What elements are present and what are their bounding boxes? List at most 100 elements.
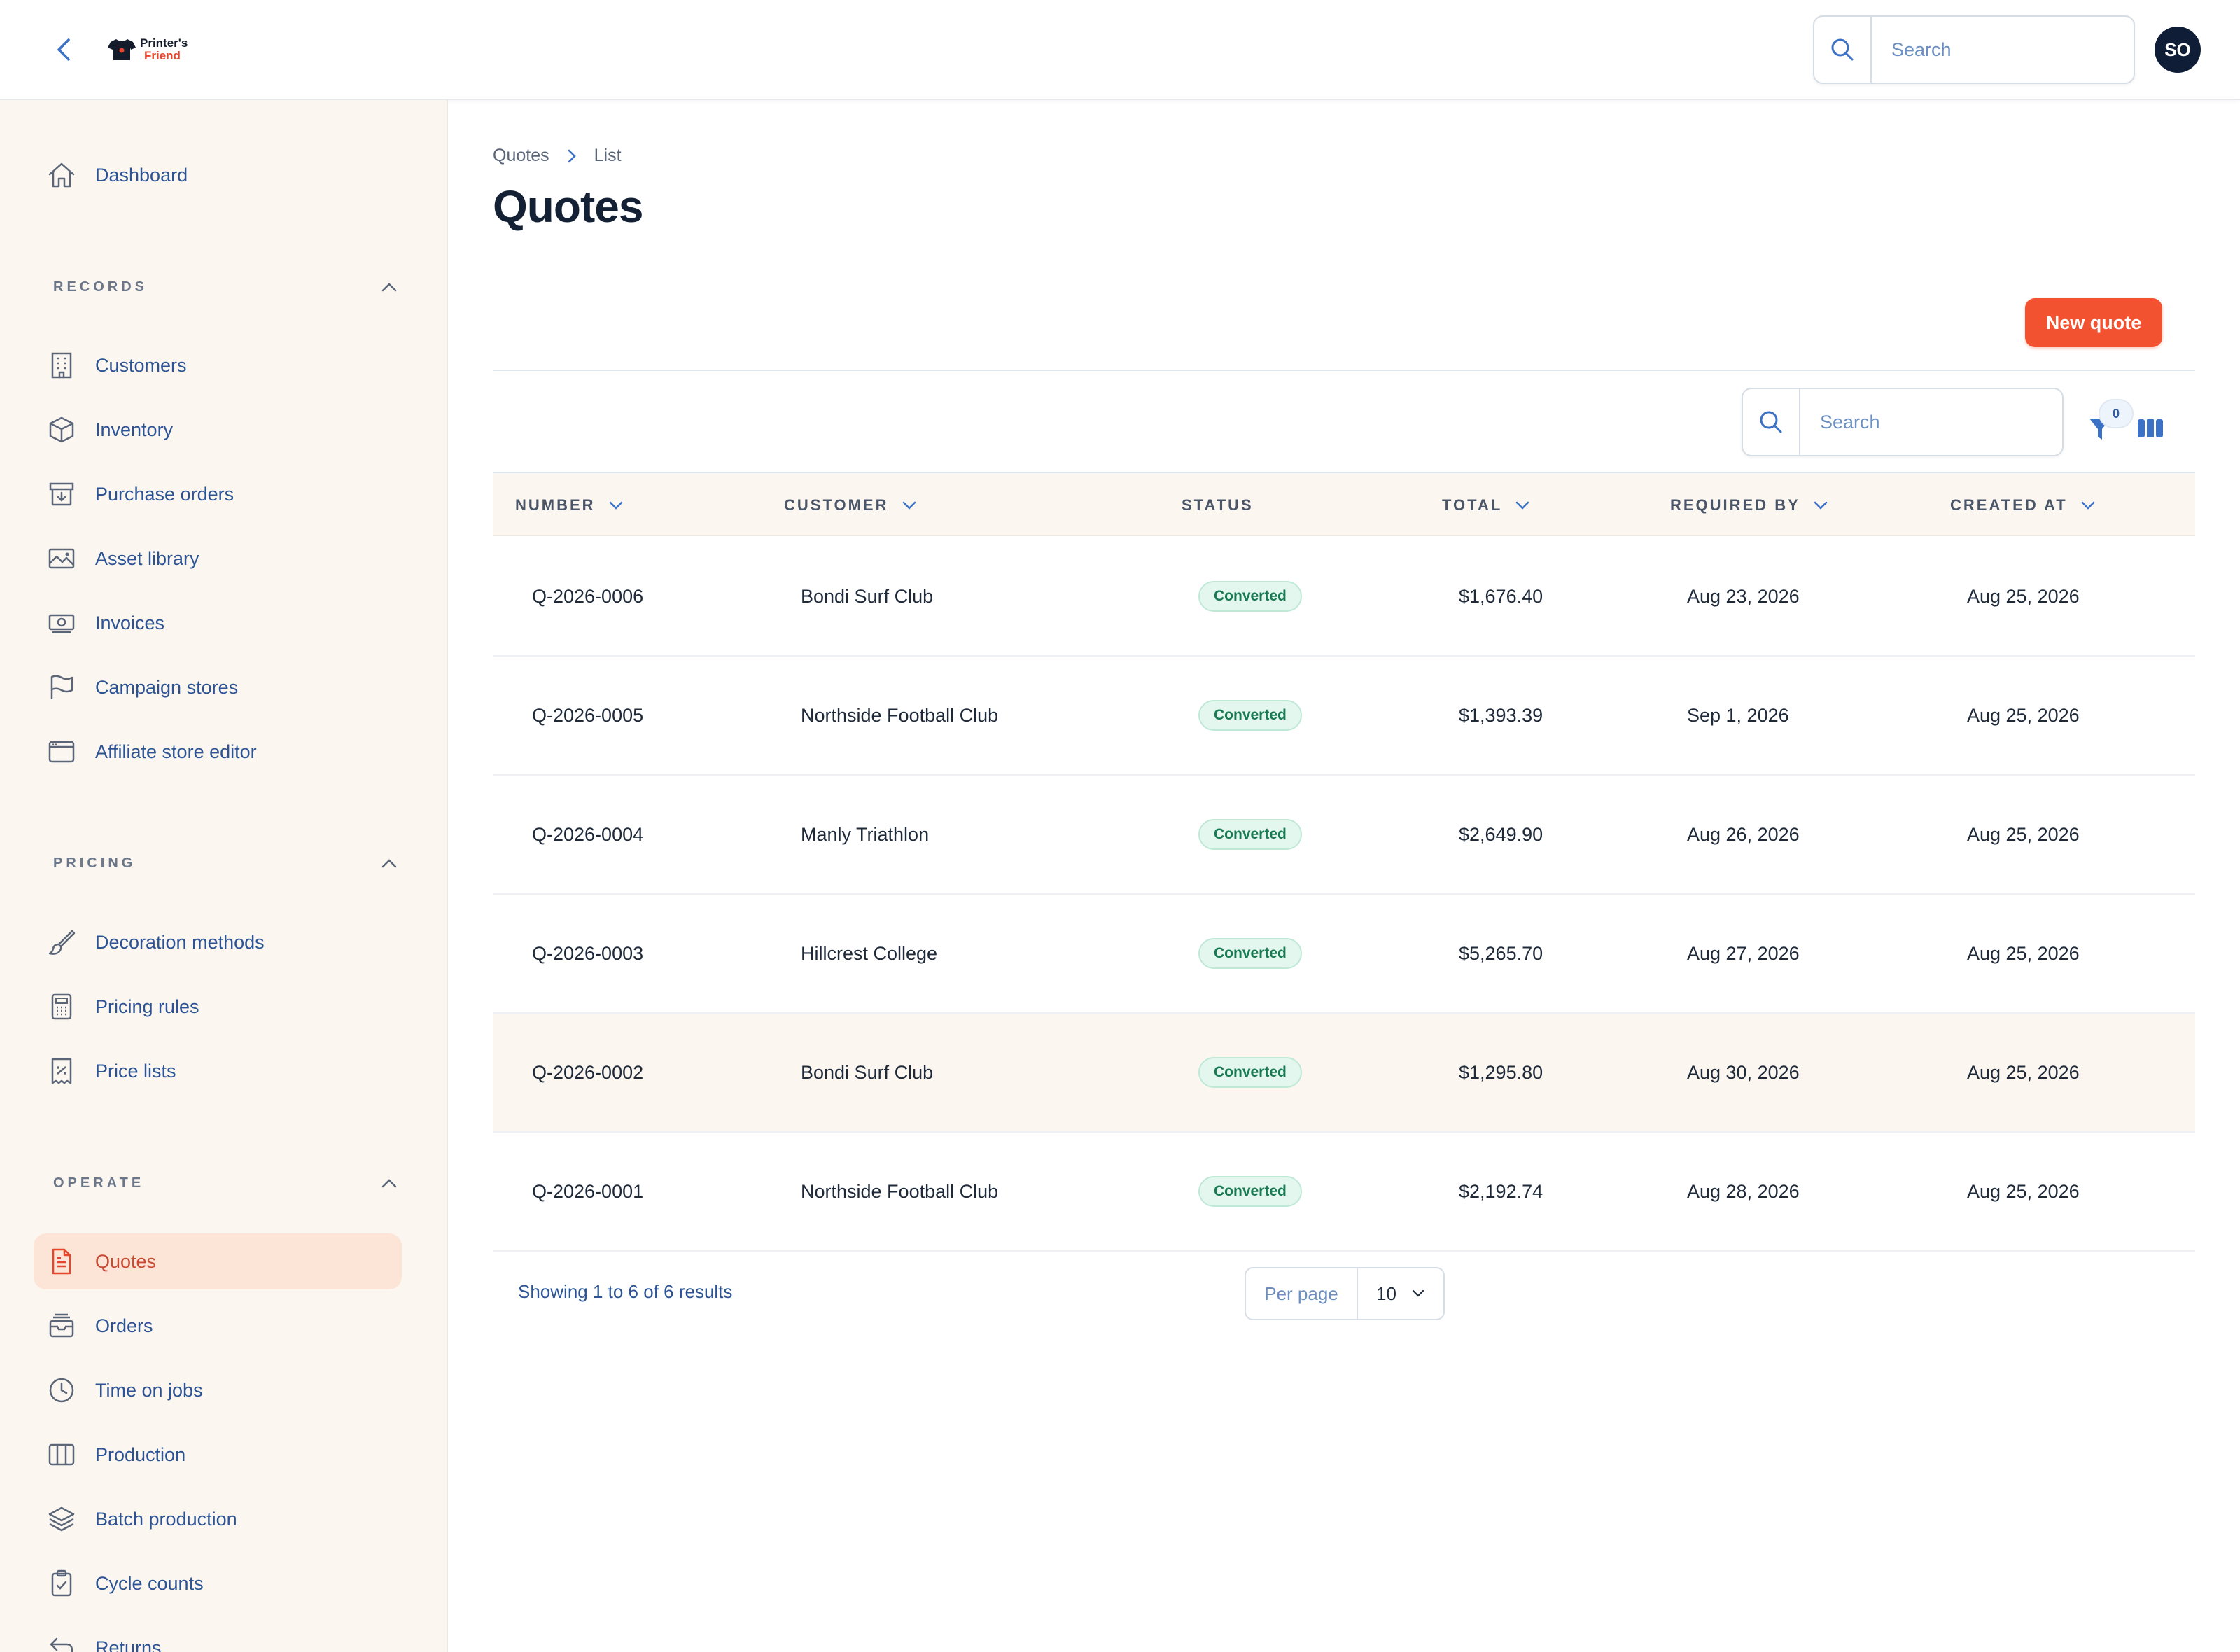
- table-row[interactable]: Q-2026-0001 Northside Football Club Conv…: [493, 1133, 2195, 1252]
- quotes-table: Search 0 NUMBER CUSTOMER STATUS TOTAL RE…: [493, 370, 2195, 1320]
- cell-number: Q-2026-0001: [532, 1180, 644, 1202]
- section-operate: OPERATE: [53, 1169, 403, 1197]
- chevron-down-icon: [1412, 1289, 1424, 1297]
- per-page-select[interactable]: Per page 10: [1245, 1267, 1445, 1320]
- per-page-label: Per page: [1246, 1268, 1358, 1319]
- sidebar-item-price-lists[interactable]: Price lists: [34, 1043, 402, 1099]
- view-columns-icon: [2138, 419, 2163, 438]
- column-header-label: TOTAL: [1442, 496, 1503, 514]
- collapse-records-button[interactable]: [375, 273, 403, 301]
- global-search-icon-box: [1814, 17, 1872, 83]
- collapse-pricing-button[interactable]: [375, 849, 403, 877]
- page-title: Quotes: [493, 181, 643, 232]
- section-pricing: PRICING: [53, 849, 403, 877]
- cell-customer: Bondi Surf Club: [801, 1061, 934, 1083]
- cell-total: $5,265.70: [1459, 942, 1544, 964]
- chevron-down-icon: [1814, 501, 1828, 510]
- sidebar-item-inventory[interactable]: Inventory: [34, 402, 402, 458]
- sidebar-item-label: Batch production: [95, 1508, 237, 1530]
- filter-count-badge: 0: [2099, 399, 2134, 428]
- sidebar: Dashboard RECORDS Customers Inventory Pu…: [0, 100, 448, 1652]
- cell-required-by: Aug 28, 2026: [1687, 1180, 1800, 1202]
- table-search[interactable]: Search: [1742, 388, 2064, 456]
- clipboard-check-icon: [51, 1569, 72, 1597]
- cell-total: $2,649.90: [1459, 823, 1544, 845]
- sidebar-item-purchase-orders[interactable]: Purchase orders: [34, 466, 402, 522]
- breadcrumb-quotes-link[interactable]: Quotes: [493, 146, 550, 166]
- column-header-total[interactable]: TOTAL: [1442, 473, 1530, 538]
- chevron-down-icon: [1516, 501, 1530, 510]
- sidebar-item-campaign-stores[interactable]: Campaign stores: [34, 659, 402, 715]
- sidebar-item-label: Time on jobs: [95, 1379, 203, 1401]
- global-search[interactable]: Search: [1813, 15, 2135, 84]
- sidebar-item-pricing-rules[interactable]: Pricing rules: [34, 979, 402, 1035]
- chevron-right-icon: [568, 149, 576, 162]
- chevron-up-icon: [382, 1179, 397, 1188]
- cell-total: $2,192.74: [1459, 1180, 1544, 1202]
- cell-number: Q-2026-0003: [532, 942, 644, 964]
- cell-created-at: Aug 25, 2026: [1967, 1180, 2080, 1202]
- sidebar-item-affiliate-store-editor[interactable]: Affiliate store editor: [34, 724, 402, 780]
- cell-customer: Hillcrest College: [801, 942, 938, 964]
- app-logo[interactable]: Printer's Friend: [108, 34, 188, 66]
- table-search-icon-box: [1743, 389, 1800, 455]
- column-header-customer[interactable]: CUSTOMER: [784, 473, 917, 538]
- sidebar-item-production[interactable]: Production: [34, 1427, 402, 1483]
- sidebar-item-orders[interactable]: Orders: [34, 1298, 402, 1354]
- per-page-dropdown[interactable]: 10: [1358, 1268, 1443, 1319]
- building-icon: [51, 352, 72, 379]
- cell-customer: Bondi Surf Club: [801, 585, 934, 607]
- new-quote-button[interactable]: New quote: [2025, 298, 2162, 347]
- table-search-input[interactable]: Search: [1800, 389, 2062, 455]
- cell-created-at: Aug 25, 2026: [1967, 823, 2080, 845]
- cell-created-at: Aug 25, 2026: [1967, 942, 2080, 964]
- user-avatar[interactable]: SO: [2155, 27, 2201, 73]
- cell-number: Q-2026-0002: [532, 1061, 644, 1083]
- sidebar-item-customers[interactable]: Customers: [34, 337, 402, 393]
- sidebar-item-time-on-jobs[interactable]: Time on jobs: [34, 1362, 402, 1418]
- table-row[interactable]: Q-2026-0006 Bondi Surf Club Converted $1…: [493, 538, 2195, 657]
- return-arrow-icon: [50, 1637, 74, 1652]
- status-badge: Converted: [1198, 1057, 1302, 1088]
- sidebar-item-label: Customers: [95, 354, 187, 376]
- table-row[interactable]: Q-2026-0002 Bondi Surf Club Converted $1…: [493, 1014, 2195, 1133]
- sidebar-item-batch-production[interactable]: Batch production: [34, 1491, 402, 1547]
- sidebar-item-cycle-counts[interactable]: Cycle counts: [34, 1555, 402, 1611]
- collapse-operate-button[interactable]: [375, 1169, 403, 1197]
- table-row[interactable]: Q-2026-0005 Northside Football Club Conv…: [493, 657, 2195, 776]
- table-row[interactable]: Q-2026-0003 Hillcrest College Converted …: [493, 895, 2195, 1014]
- global-search-input[interactable]: Search: [1872, 17, 2134, 83]
- column-header-label: NUMBER: [515, 496, 596, 514]
- status-badge: Converted: [1198, 819, 1302, 850]
- sidebar-item-label: Production: [95, 1443, 186, 1465]
- flag-icon: [50, 675, 74, 699]
- filter-button[interactable]: 0: [2078, 399, 2134, 449]
- column-header-number[interactable]: NUMBER: [515, 473, 624, 538]
- paintbrush-icon: [48, 930, 76, 955]
- sidebar-item-label: Orders: [95, 1315, 153, 1336]
- cell-created-at: Aug 25, 2026: [1967, 704, 2080, 726]
- browser-window-icon: [48, 741, 75, 763]
- table-row[interactable]: Q-2026-0004 Manly Triathlon Converted $2…: [493, 776, 2195, 895]
- cell-customer: Northside Football Club: [801, 1180, 999, 1202]
- column-header-created-at[interactable]: CREATED AT: [1950, 473, 2096, 538]
- column-header-label: CREATED AT: [1950, 496, 2068, 514]
- cell-required-by: Aug 23, 2026: [1687, 585, 1800, 607]
- chevron-up-icon: [382, 283, 397, 292]
- sidebar-item-returns[interactable]: Returns: [34, 1620, 402, 1652]
- sidebar-item-label: Quotes: [95, 1250, 157, 1272]
- back-button[interactable]: [46, 32, 81, 67]
- receipt-percent-icon: [51, 1058, 72, 1084]
- sidebar-item-dashboard[interactable]: Dashboard: [34, 147, 402, 203]
- sidebar-item-quotes[interactable]: Quotes: [34, 1233, 402, 1289]
- sidebar-item-asset-library[interactable]: Asset library: [34, 531, 402, 587]
- column-header-required-by[interactable]: REQUIRED BY: [1670, 473, 1828, 538]
- logo-text-line1: Printer's: [140, 36, 188, 50]
- sidebar-item-decoration-methods[interactable]: Decoration methods: [34, 914, 402, 970]
- sidebar-item-label: Decoration methods: [95, 931, 265, 953]
- clock-icon: [49, 1378, 74, 1403]
- columns-toggle-button[interactable]: [2132, 410, 2169, 447]
- cell-customer: Manly Triathlon: [801, 823, 930, 845]
- sidebar-item-invoices[interactable]: Invoices: [34, 595, 402, 651]
- cell-number: Q-2026-0004: [532, 823, 644, 845]
